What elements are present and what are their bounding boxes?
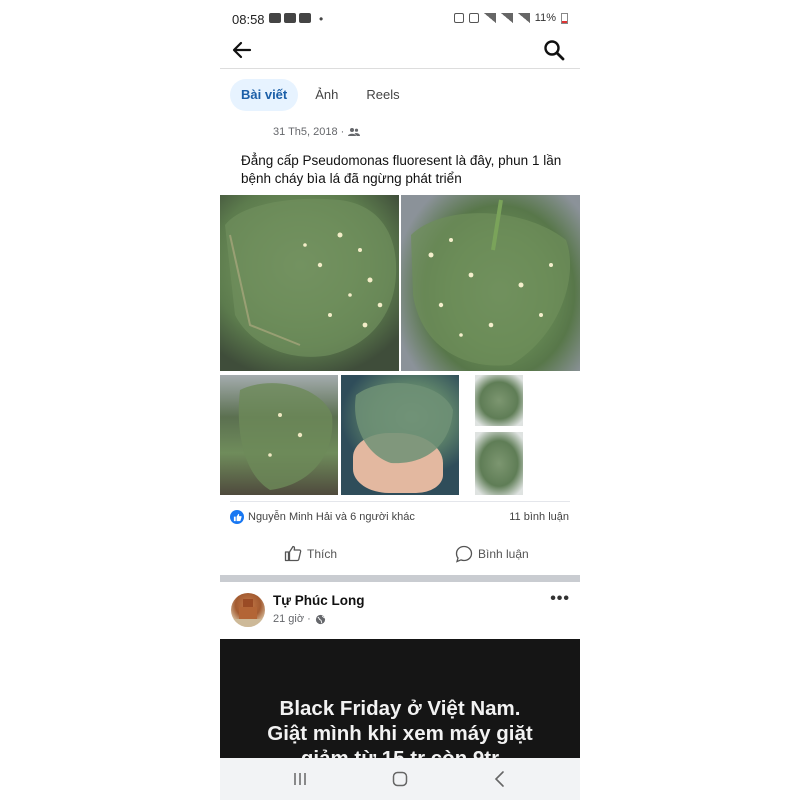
post-meta: 21 giờ · (273, 613, 326, 625)
post-photo-6[interactable] (475, 432, 523, 495)
battery-icon (561, 12, 568, 24)
notification-icons (269, 13, 311, 23)
thumbs-up-icon (284, 545, 302, 562)
status-right: 11% (453, 12, 568, 24)
friends-icon (348, 128, 361, 136)
recent-apps-icon (294, 773, 306, 785)
more-options-button[interactable]: ••• (550, 590, 570, 608)
reaction-text: Nguyễn Minh Hải và 6 người khác (248, 511, 415, 523)
post-meta: 31 Th5, 2018 · (273, 126, 361, 138)
like-reaction-icon (230, 510, 244, 524)
post-time[interactable]: 21 giờ · (273, 613, 311, 625)
search-icon (544, 40, 565, 61)
avatar[interactable] (231, 593, 265, 627)
leaf-spots (238, 383, 333, 490)
zalo-notification-icon (299, 13, 311, 23)
tab-reels[interactable]: Reels (355, 79, 410, 111)
globe-icon (315, 614, 325, 624)
reaction-summary[interactable]: Nguyễn Minh Hải và 6 người khác (230, 510, 415, 524)
post-image-text: Giật mình khi xem máy giặt (267, 722, 533, 745)
post-author[interactable]: Tự Phúc Long (273, 593, 365, 608)
leaf-spots (411, 199, 571, 366)
tab-posts[interactable]: Bài viết (230, 79, 299, 111)
comment-icon (455, 545, 473, 563)
comment-button[interactable]: Bình luận (455, 545, 529, 563)
mute-icon (468, 13, 479, 23)
post-photo-5[interactable] (475, 375, 523, 426)
phone-screen: 08:58 • 11% Bài viết Ảnh Reels 31 Th5, 2… (220, 0, 580, 800)
system-back-button[interactable] (488, 768, 512, 790)
back-button[interactable] (230, 38, 254, 62)
home-button[interactable] (388, 768, 412, 790)
zalo-notification-icon (269, 13, 281, 23)
arrow-left-icon (232, 41, 252, 59)
status-dot: • (319, 12, 324, 26)
signal-icon (500, 13, 513, 23)
post-text: Đẳng cấp Pseudomonas fluoresent là đây, … (241, 153, 562, 186)
zalo-notification-icon (284, 13, 296, 23)
post-image-text: Black Friday ở Việt Nam. (279, 697, 521, 720)
recent-apps-button[interactable] (288, 768, 312, 790)
alarm-icon (453, 13, 464, 23)
like-label: Thích (307, 546, 338, 561)
post-date[interactable]: 31 Th5, 2018 · (273, 126, 344, 138)
status-bar: 08:58 • 11% (220, 0, 580, 38)
signal-icon (517, 13, 530, 23)
status-time: 08:58 (232, 12, 265, 27)
battery-text: 11% (534, 12, 556, 24)
leaf-spots (225, 198, 397, 357)
search-button[interactable] (542, 38, 566, 62)
home-icon (392, 771, 408, 787)
top-navigation (220, 38, 580, 69)
post-separator (220, 575, 580, 582)
post-photo-3[interactable] (220, 375, 338, 495)
profile-tabs: Bài viết Ảnh Reels (230, 79, 411, 111)
system-navigation-bar (220, 758, 580, 800)
post-photo-1[interactable] (220, 195, 399, 371)
post-photo-2[interactable] (401, 195, 580, 371)
comment-label: Bình luận (478, 547, 529, 561)
comment-count[interactable]: 11 bình luận (509, 511, 569, 523)
divider (230, 501, 570, 502)
chevron-left-icon (494, 771, 504, 787)
like-button[interactable]: Thích (284, 545, 337, 562)
wifi-icon (483, 13, 496, 23)
post-photo-4[interactable] (341, 375, 459, 495)
leaf-spots (355, 383, 453, 464)
tab-photos[interactable]: Ảnh (304, 79, 349, 111)
